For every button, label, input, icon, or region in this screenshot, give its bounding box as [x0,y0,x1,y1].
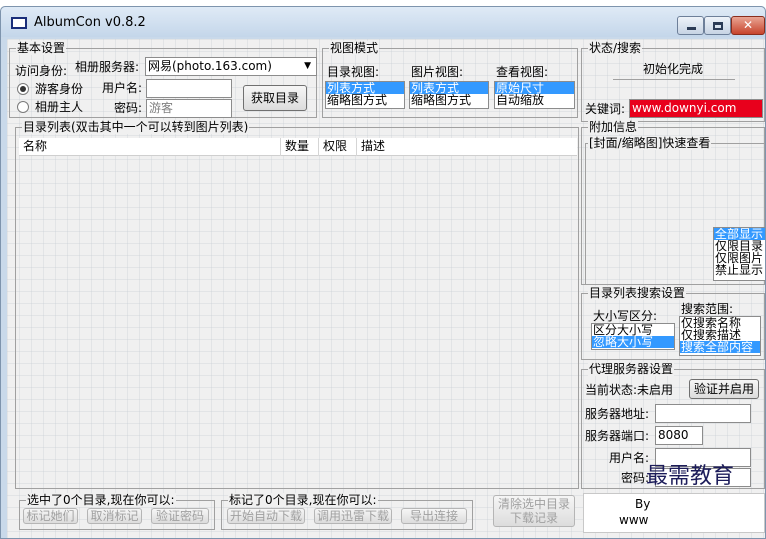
see-view-option[interactable]: 自动缩放 [495,94,574,106]
password-label: 密码: [114,101,143,115]
auto-download-button[interactable]: 开始自动下载 [227,508,305,524]
column-header-count[interactable]: 数量 [281,138,319,156]
proxy-address-input[interactable] [655,404,751,423]
proxy-port-label: 服务器端口: [585,429,650,443]
scope-list[interactable]: 仅搜索名称 仅搜索描述 搜索全部内容 [679,316,761,356]
column-header-description[interactable]: 描述 [357,138,577,156]
scope-option[interactable]: 搜索全部内容 [680,341,760,353]
server-select[interactable]: 网易(photo.163.com) ▼ [145,57,317,76]
keyword-label: 关键词: [585,102,626,116]
owner-radio-label[interactable]: 相册主人 [35,100,83,114]
proxy-legend: 代理服务器设置 [588,362,675,376]
proxy-username-label: 用户名: [609,451,650,465]
proxy-port-input[interactable]: 8080 [655,426,703,445]
status-message: 初始化完成 [643,62,704,76]
keyword-input[interactable]: www.downyi.com [629,99,763,118]
server-label: 相册服务器: [75,60,140,74]
title-bar[interactable]: AlbumCon v0.8.2 ✕ [1,7,765,37]
dir-view-list[interactable]: 列表方式 缩略图方式 [325,81,405,109]
password-input[interactable]: 游客 [146,99,232,118]
selected-actions-legend: 选中了0个目录,现在你可以: [26,493,176,507]
watermark-text: 最需教育 [646,464,735,489]
basic-settings-legend: 基本设置 [16,41,67,55]
quick-view-legend: [封面/缩略图]快速查看 [588,136,712,150]
username-input[interactable] [146,79,232,98]
proxy-state-label: 当前状态:未启用 [585,383,674,397]
dir-list-body[interactable] [19,156,577,486]
close-button[interactable]: ✕ [731,16,765,35]
dir-list-header: 名称 数量 权限 描述 [19,138,577,156]
server-select-value: 网易(photo.163.com) [148,59,272,73]
status-search-legend: 状态/搜索 [588,41,643,55]
display-filter-option[interactable]: 禁止显示 [714,264,765,276]
clear-button-line2: 下载记录 [509,511,558,525]
marked-actions-legend: 标记了0个目录,现在你可以: [228,493,378,507]
extra-info-legend: 附加信息 [588,120,639,134]
guest-radio[interactable] [17,83,29,95]
see-view-label: 查看视图: [496,65,549,79]
maximize-button[interactable] [704,16,731,35]
dir-list-legend: 目录列表(双击其中一个可以转到图片列表) [22,120,250,134]
username-label: 用户名: [102,81,143,95]
unmark-button[interactable]: 取消标记 [87,508,142,524]
column-header-name[interactable]: 名称 [19,138,281,156]
maximize-icon [713,22,723,30]
mark-button[interactable]: 标记她们 [23,508,78,524]
by-text: By [635,497,651,511]
pic-view-option[interactable]: 缩略图方式 [410,94,488,106]
thunder-download-button[interactable]: 调用迅雷下载 [314,508,392,524]
chevron-down-icon: ▼ [304,61,311,71]
search-settings-legend: 目录列表搜索设置 [588,286,687,300]
close-icon: ✕ [742,18,754,32]
clear-button-line1: 清除选中目录 [497,497,570,511]
dir-view-option[interactable]: 缩略图方式 [326,94,404,106]
view-mode-legend: 视图模式 [329,41,380,55]
display-filter-list[interactable]: 全部显示 仅限目录 仅限图片 禁止显示 [713,227,765,281]
see-view-list[interactable]: 原始尺寸 自动缩放 [494,81,575,109]
pic-view-label: 图片视图: [411,65,464,79]
dir-view-label: 目录视图: [327,65,380,79]
about-box [583,493,765,533]
identity-label: 访问身份: [15,64,68,78]
www-text: www [619,513,649,527]
case-label: 大小写区分: [593,309,658,323]
minimize-button[interactable] [677,16,704,35]
fetch-directory-button[interactable]: 获取目录 [243,85,307,111]
window-title: AlbumCon v0.8.2 [34,15,146,30]
verify-enable-button[interactable]: 验证并启用 [689,379,759,399]
verify-password-button[interactable]: 验证密码 [151,508,209,524]
case-option[interactable]: 忽略大小写 [592,336,674,348]
proxy-address-label: 服务器地址: [585,407,650,421]
clear-download-record-button[interactable]: 清除选中目录 下载记录 [493,495,575,527]
owner-radio[interactable] [17,101,29,113]
proxy-password-label: 密码: [621,471,650,485]
case-list[interactable]: 区分大小写 忽略大小写 [591,323,675,350]
scope-label: 搜索范围: [681,302,734,316]
minimize-icon [687,27,696,30]
export-links-button[interactable]: 导出连接 [401,508,467,524]
guest-radio-label[interactable]: 游客身份 [35,82,83,96]
app-icon [11,17,27,29]
column-header-permission[interactable]: 权限 [319,138,357,156]
status-divider [613,79,735,80]
pic-view-list[interactable]: 列表方式 缩略图方式 [409,81,489,109]
